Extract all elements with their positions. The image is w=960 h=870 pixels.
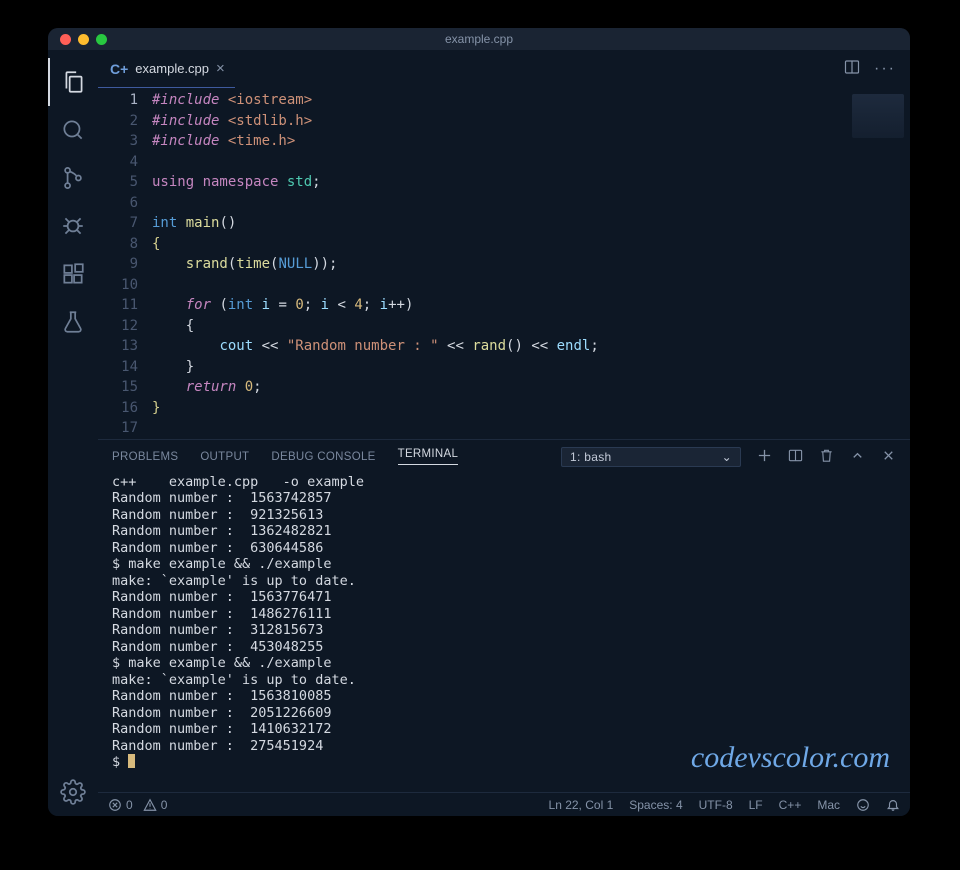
line-number-gutter: 1234567891011121314151617 [98,88,152,439]
minimap[interactable] [852,94,904,138]
chevron-down-icon: ⌄ [722,450,732,464]
tab-example-cpp[interactable]: C+ example.cpp × [98,50,235,88]
extensions-icon[interactable] [48,250,98,298]
tab-filename: example.cpp [135,61,209,76]
tab-output[interactable]: OUTPUT [200,451,249,463]
status-language[interactable]: C++ [779,798,802,812]
tab-terminal[interactable]: TERMINAL [398,448,459,465]
tab-bar: C+ example.cpp × ··· [98,50,910,88]
status-warnings[interactable]: 0 [143,798,168,812]
status-encoding[interactable]: UTF-8 [699,798,733,812]
terminal-selector[interactable]: 1: bash ⌄ [561,447,741,467]
tab-problems[interactable]: PROBLEMS [112,451,178,463]
kill-terminal-icon[interactable] [819,448,834,466]
tab-debug-console[interactable]: DEBUG CONSOLE [271,451,375,463]
status-cursor-position[interactable]: Ln 22, Col 1 [549,798,614,812]
titlebar[interactable]: example.cpp [48,28,910,50]
bottom-panel: PROBLEMS OUTPUT DEBUG CONSOLE TERMINAL 1… [98,439,910,793]
maximize-window-button[interactable] [96,34,107,45]
traffic-lights [48,34,107,45]
split-editor-icon[interactable] [844,59,860,80]
debug-icon[interactable] [48,202,98,250]
editor-window: example.cpp [48,28,910,816]
status-os[interactable]: Mac [817,798,840,812]
window-title: example.cpp [48,32,910,46]
status-errors[interactable]: 0 [108,798,133,812]
source-control-icon[interactable] [48,154,98,202]
testing-icon[interactable] [48,298,98,346]
status-eol[interactable]: LF [749,798,763,812]
more-actions-icon[interactable]: ··· [874,60,896,78]
close-window-button[interactable] [60,34,71,45]
panel-tabs: PROBLEMS OUTPUT DEBUG CONSOLE TERMINAL 1… [98,440,910,474]
new-terminal-icon[interactable] [757,448,772,466]
terminal-selector-label: 1: bash [570,450,611,464]
code-content[interactable]: #include <iostream>#include <stdlib.h>#i… [152,88,910,439]
search-icon[interactable] [48,106,98,154]
terminal-output[interactable]: c++ example.cpp -o exampleRandom number … [98,474,910,793]
activity-bar [48,50,98,816]
code-editor[interactable]: 1234567891011121314151617 #include <iost… [98,88,910,439]
split-terminal-icon[interactable] [788,448,803,466]
minimize-window-button[interactable] [78,34,89,45]
status-indentation[interactable]: Spaces: 4 [629,798,682,812]
explorer-icon[interactable] [48,58,98,106]
close-tab-icon[interactable]: × [216,60,225,77]
settings-gear-icon[interactable] [48,768,98,816]
status-bar: 0 0 Ln 22, Col 1 Spaces: 4 UTF-8 LF C++ … [98,792,910,816]
feedback-icon[interactable] [856,798,870,812]
cpp-file-icon: C+ [110,61,128,77]
notifications-icon[interactable] [886,798,900,812]
close-panel-icon[interactable] [881,448,896,466]
maximize-panel-icon[interactable] [850,448,865,466]
